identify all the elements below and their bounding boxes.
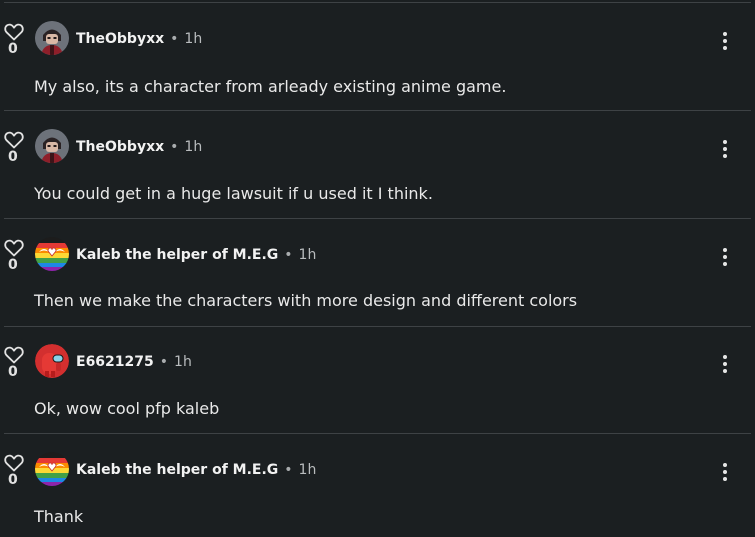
like-count: 0 — [8, 149, 18, 165]
more-options-button[interactable] — [719, 355, 731, 375]
menu-dot — [723, 32, 727, 36]
rainbow-flag-avatar-icon — [35, 237, 69, 271]
menu-dot — [723, 255, 727, 259]
more-options-button[interactable] — [719, 248, 731, 268]
username[interactable]: TheObbyxx — [76, 139, 164, 155]
like-button[interactable] — [4, 346, 24, 364]
comment-item: 0 Kaleb the helper of M.E.G • 1h Thank — [0, 434, 755, 537]
dark-roblox-avatar-icon — [35, 129, 69, 163]
like-count: 0 — [8, 257, 18, 273]
menu-dot — [723, 154, 727, 158]
separator-dot: • — [170, 31, 179, 47]
comment-meta: Kaleb the helper of M.E.G • 1h — [76, 461, 316, 479]
dark-roblox-avatar-icon — [35, 21, 69, 55]
timestamp: 1h — [298, 247, 317, 263]
avatar[interactable] — [35, 452, 69, 486]
heart-icon — [4, 454, 24, 472]
avatar[interactable] — [35, 129, 69, 163]
comment-text: My also, its a character from arleady ex… — [34, 77, 507, 96]
comment-item: 0 Kaleb the helper of M.E.G • 1h Then we m… — [0, 219, 755, 327]
comment-item: 0 TheObbyxx • 1h My also, its a character … — [0, 3, 755, 111]
like-button[interactable] — [4, 239, 24, 257]
red-crewmate-avatar-icon — [35, 344, 69, 378]
timestamp: 1h — [298, 462, 317, 478]
timestamp: 1h — [184, 139, 203, 155]
menu-dot — [723, 477, 727, 481]
like-button[interactable] — [4, 454, 24, 472]
heart-icon — [4, 346, 24, 364]
menu-dot — [723, 147, 727, 151]
menu-dot — [723, 355, 727, 359]
heart-icon — [4, 239, 24, 257]
like-button[interactable] — [4, 131, 24, 149]
username[interactable]: TheObbyxx — [76, 31, 164, 47]
comment-meta: Kaleb the helper of M.E.G • 1h — [76, 246, 316, 264]
rainbow-flag-avatar-icon — [35, 452, 69, 486]
menu-dot — [723, 248, 727, 252]
menu-dot — [723, 140, 727, 144]
more-options-button[interactable] — [719, 140, 731, 160]
separator-dot: • — [159, 354, 169, 370]
comment-text: Then we make the characters with more de… — [34, 291, 578, 310]
like-count: 0 — [8, 472, 18, 488]
menu-dot — [723, 39, 727, 43]
menu-dot — [723, 46, 727, 50]
separator-dot: • — [284, 462, 293, 478]
username[interactable]: Kaleb the helper of M.E.G — [76, 247, 278, 263]
comment-text: Thank — [34, 507, 84, 526]
timestamp: 1h — [174, 354, 192, 370]
avatar[interactable] — [35, 21, 69, 55]
heart-icon — [4, 131, 24, 149]
comment-meta: E6621275 • 1h — [76, 353, 192, 371]
menu-dot — [723, 463, 727, 467]
comment-text: Ok, wow cool pfp kaleb — [34, 399, 220, 418]
heart-icon — [4, 23, 24, 41]
avatar[interactable] — [35, 237, 69, 271]
username[interactable]: E6621275 — [76, 354, 154, 370]
like-count: 0 — [8, 41, 18, 57]
like-button[interactable] — [4, 23, 24, 41]
timestamp: 1h — [184, 31, 203, 47]
separator-dot: • — [170, 139, 179, 155]
more-options-button[interactable] — [719, 32, 731, 52]
comment-meta: TheObbyxx • 1h — [76, 30, 202, 48]
menu-dot — [723, 470, 727, 474]
menu-dot — [723, 362, 727, 366]
menu-dot — [723, 262, 727, 266]
comment-item: 0 TheObbyxx • 1h You could get in a huge l… — [0, 111, 755, 219]
menu-dot — [723, 369, 727, 373]
separator-dot: • — [284, 247, 293, 263]
comment-meta: TheObbyxx • 1h — [76, 138, 202, 156]
username[interactable]: Kaleb the helper of M.E.G — [76, 462, 278, 478]
more-options-button[interactable] — [719, 463, 731, 483]
like-count: 0 — [8, 364, 18, 380]
comment-item: 0 E6621275 • 1h Ok, wow cool pfp kaleb — [0, 326, 755, 434]
comment-feed: 0 TheObbyxx • 1h My also, its a character … — [0, 0, 755, 537]
comment-text: You could get in a huge lawsuit if u use… — [34, 184, 433, 203]
avatar[interactable] — [35, 344, 69, 378]
